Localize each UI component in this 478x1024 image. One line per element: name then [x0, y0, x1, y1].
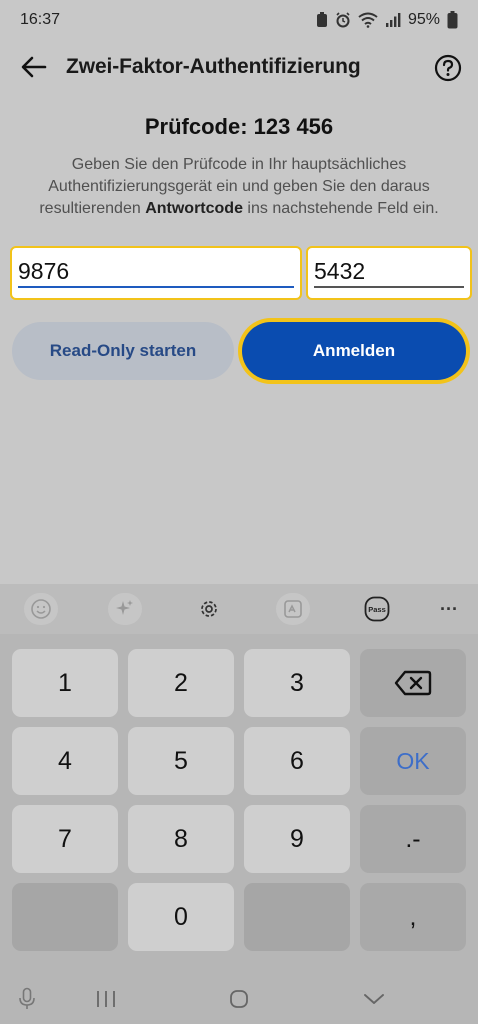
- recent-apps-button[interactable]: [92, 986, 120, 1012]
- backspace-icon: [394, 670, 432, 696]
- back-button[interactable]: [18, 52, 50, 82]
- field-underline: [314, 286, 464, 288]
- response-code-field-1-value: 9876: [18, 258, 70, 284]
- image-translate-button[interactable]: [276, 593, 310, 625]
- settings-icon: [201, 601, 217, 617]
- ok-key[interactable]: OK: [360, 727, 466, 795]
- instructions-part2: ins nachstehende Feld ein.: [242, 200, 439, 217]
- signal-icon: [385, 13, 401, 27]
- recent-apps-icon: [97, 991, 115, 1007]
- help-button[interactable]: [432, 52, 464, 84]
- key-7[interactable]: 7: [12, 805, 118, 873]
- image-translate-icon: [284, 600, 302, 618]
- emoji-icon: [31, 599, 51, 619]
- key-9[interactable]: 9: [244, 805, 350, 873]
- verification-code-title: Prüfcode: 123 456: [144, 114, 334, 139]
- key-4[interactable]: 4: [12, 727, 118, 795]
- key-3[interactable]: 3: [244, 649, 350, 717]
- keyboard-settings-button[interactable]: [192, 593, 226, 625]
- pass-icon: Pass: [364, 596, 390, 622]
- navigation-bar: [0, 974, 478, 1024]
- app-bar: Zwei-Faktor-Authentifizierung: [0, 42, 478, 92]
- status-time: 16:37: [20, 11, 61, 28]
- ai-tools-button[interactable]: [108, 593, 142, 625]
- read-only-start-button[interactable]: Read-Only starten: [12, 322, 234, 380]
- empty-key-left: [12, 883, 118, 951]
- status-icons: 95%: [316, 11, 458, 29]
- login-button[interactable]: Anmelden: [238, 318, 470, 384]
- key-1[interactable]: 1: [12, 649, 118, 717]
- battery-percent: 95%: [407, 11, 440, 28]
- response-code-field-2-value: 5432: [314, 258, 366, 284]
- help-icon: [434, 54, 462, 82]
- alarm-icon: [336, 12, 350, 28]
- instructions-text: Geben Sie den Prüfcode in Ihr hauptsächl…: [16, 154, 462, 220]
- key-2[interactable]: 2: [128, 649, 234, 717]
- arrow-left-icon: [21, 56, 47, 78]
- comma-key[interactable]: ,: [360, 883, 466, 951]
- page-title: Zwei-Faktor-Authentifizierung: [66, 55, 361, 78]
- keyboard-toolbar: Pass ···: [0, 584, 478, 634]
- pass-button[interactable]: Pass: [360, 593, 394, 625]
- more-icon: ···: [440, 598, 458, 619]
- key-8[interactable]: 8: [128, 805, 234, 873]
- backspace-key[interactable]: [360, 649, 466, 717]
- more-button[interactable]: ···: [432, 593, 466, 625]
- instructions-bold: Antwortcode: [145, 200, 243, 217]
- empty-key-right: [244, 883, 350, 951]
- home-button[interactable]: [225, 986, 253, 1012]
- sparkle-icon: [116, 600, 133, 615]
- wifi-icon: [358, 12, 378, 28]
- key-5[interactable]: 5: [128, 727, 234, 795]
- status-bar: 16:37 95%: [0, 0, 478, 40]
- response-code-field-1[interactable]: 9876: [10, 246, 302, 300]
- hide-keyboard-button[interactable]: [360, 986, 388, 1012]
- battery-saver-icon: [316, 12, 327, 27]
- emoji-button[interactable]: [24, 593, 58, 625]
- dot-dash-key[interactable]: .-: [360, 805, 466, 873]
- microphone-icon: [19, 987, 35, 1009]
- keyboard: Pass ··· 1 2 3 4 5 6 OK 7 8 9 .- 0 ,: [0, 584, 478, 1024]
- pass-icon-label: Pass: [368, 605, 386, 614]
- voice-input-button[interactable]: [14, 986, 40, 1012]
- key-0[interactable]: 0: [128, 883, 234, 951]
- battery-icon: [447, 11, 458, 29]
- key-6[interactable]: 6: [244, 727, 350, 795]
- home-icon: [230, 990, 248, 1008]
- field-underline: [18, 286, 294, 288]
- login-button-label: Anmelden: [242, 322, 466, 380]
- response-code-field-2[interactable]: 5432: [306, 246, 472, 300]
- chevron-down-icon: [364, 994, 384, 1004]
